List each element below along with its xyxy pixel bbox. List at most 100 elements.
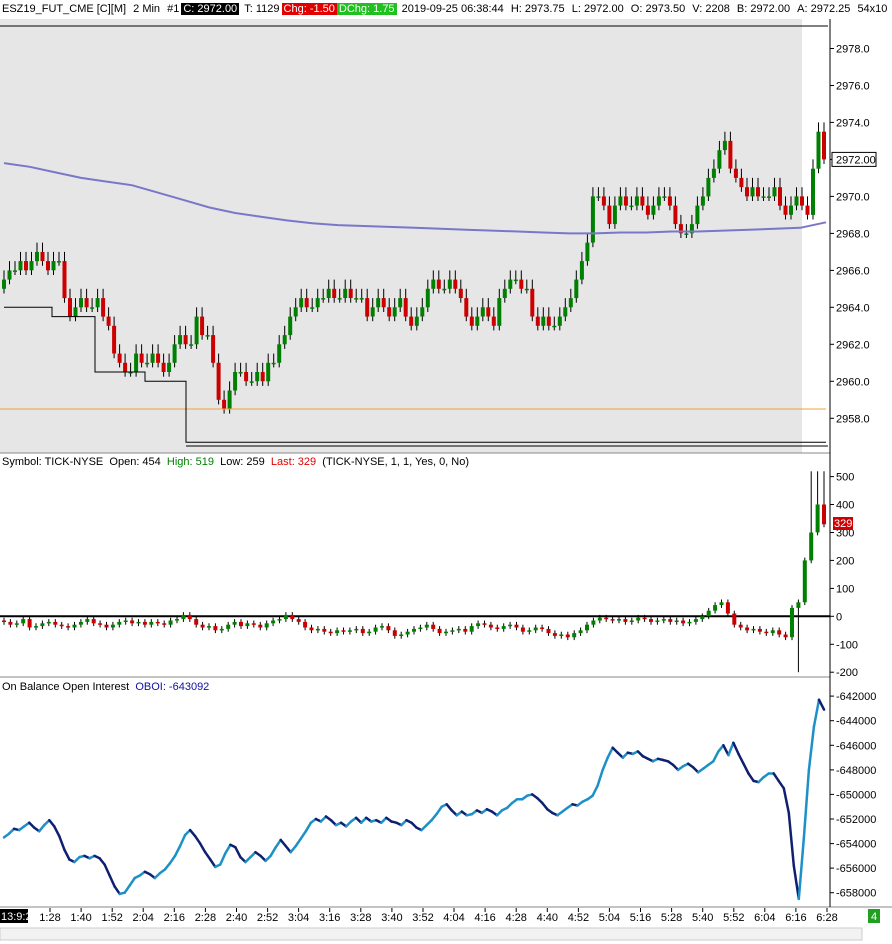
oboi-line-segment — [168, 854, 177, 865]
price-candle-body — [40, 251, 45, 262]
price-candle-body — [392, 307, 397, 317]
tick-candle-body — [713, 605, 718, 611]
price-candle-body — [508, 279, 513, 289]
oboi-line-segment — [173, 844, 182, 858]
time-axis-label: 4:28 — [505, 912, 526, 924]
oboi-line-segment — [787, 811, 796, 867]
price-candle-body — [398, 298, 403, 308]
price-candle-body — [304, 298, 309, 308]
price-candle-body — [189, 344, 194, 346]
chart-canvas[interactable]: 2958.0 2960.0 2962.0 2964.0 2966.0 2968.0 2970… — [0, 0, 892, 944]
tick-axis-label: -100 — [836, 639, 858, 651]
price-axis-label: 2978.0 — [836, 44, 870, 56]
price-candle-body — [365, 298, 370, 317]
tick-candle-body — [418, 627, 423, 629]
tick-candle-body — [328, 631, 333, 634]
tick-candle-body — [508, 624, 513, 627]
tick-candle-body — [347, 630, 352, 632]
tick-candle-body — [732, 613, 737, 625]
price-candle-body — [326, 288, 331, 298]
price-candle-body — [134, 353, 139, 373]
oboi-name-label: On Balance Open Interest — [2, 681, 130, 693]
oboi-line-segment — [812, 698, 821, 729]
tick-candle-body — [706, 610, 711, 617]
time-axis-label: 5:16 — [630, 912, 651, 924]
oboi-line-segment — [712, 750, 720, 763]
price-candle-body — [403, 298, 408, 317]
tick-candle-body — [142, 621, 147, 625]
price-candle-body — [475, 316, 480, 326]
price-candle-body — [557, 316, 562, 326]
tick-candle-body — [341, 630, 346, 632]
price-candle-body — [233, 372, 238, 391]
oboi-line-segment — [128, 876, 137, 887]
oboi-line-segment — [435, 805, 443, 816]
price-candle-body — [502, 288, 507, 298]
time-axis-label: 5:52 — [723, 912, 744, 924]
price-candle-body — [546, 316, 551, 326]
price-candle-body — [590, 196, 595, 243]
price-candle-body — [772, 187, 777, 197]
oboi-axis-label: -658000 — [836, 888, 876, 900]
price-candle-body — [387, 307, 392, 317]
price-candle-body — [607, 205, 612, 225]
tick-candle-body — [469, 626, 474, 632]
price-axis-label: 2960.0 — [836, 376, 870, 388]
price-candle-body — [480, 307, 485, 317]
tick-candle-body — [283, 614, 288, 620]
tick-candle-body — [155, 621, 160, 624]
price-candle-body — [288, 316, 293, 336]
price-candle-body — [431, 279, 436, 289]
horizontal-scrollbar[interactable] — [0, 927, 863, 941]
price-candle-body — [414, 316, 419, 326]
price-candle-body — [684, 233, 689, 235]
price-candle-body — [409, 316, 414, 326]
price-candle-body — [486, 307, 491, 317]
tick-candle-body — [751, 628, 756, 631]
time-axis-label: 2:16 — [164, 912, 185, 924]
tick-candle-body — [450, 630, 455, 632]
price-candle-body — [811, 168, 815, 215]
time-axis-label: 2:04 — [132, 912, 153, 924]
time-axis-label: 6:04 — [754, 912, 775, 924]
oboi-panel-header: On Balance Open Interest OBOI: -643092 — [2, 680, 209, 694]
price-candle-body — [497, 298, 502, 326]
tick-axis-label: 200 — [836, 555, 854, 567]
price-candle-body — [227, 390, 232, 409]
oboi-axis-label: -648000 — [836, 765, 876, 777]
tick-candle-body — [296, 619, 301, 622]
tick-candle-body — [623, 619, 628, 622]
price-candle-body — [805, 205, 810, 215]
price-candle-body — [18, 261, 23, 271]
price-panel-shaded-region — [0, 19, 802, 453]
tick-candle-body — [668, 619, 673, 622]
price-candle-body — [90, 307, 95, 309]
time-axis-first-label: 13:9:25 — [1, 911, 38, 923]
oboi-line-segment — [606, 746, 614, 759]
oboi-axis-label: -654000 — [836, 839, 876, 851]
tick-candle-body — [213, 626, 218, 631]
price-candle-body — [618, 196, 623, 206]
time-axis-label: 1:52 — [101, 912, 122, 924]
tick-candle-body — [777, 630, 782, 635]
price-candle-body — [348, 288, 353, 298]
price-candle-body — [249, 381, 254, 383]
tick-candle-body — [162, 623, 167, 625]
time-axis-label: 6:28 — [816, 912, 837, 924]
price-candle-body — [563, 307, 568, 317]
tick-panel-header: Symbol: TICK-NYSE Open: 454 High: 519 Lo… — [2, 455, 469, 469]
time-axis-label: 3:16 — [319, 912, 340, 924]
tick-candle-body — [27, 619, 32, 628]
tick-candle-body — [463, 628, 468, 632]
tick-high-label: High: 519 — [166, 456, 214, 468]
price-candle-body — [354, 298, 359, 300]
price-candle-body — [651, 205, 656, 215]
tick-candle-body — [642, 617, 647, 620]
tick-candle-body — [232, 621, 237, 625]
price-candle-body — [84, 298, 89, 308]
tick-candle-body — [629, 620, 634, 622]
tick-candle-body — [110, 624, 115, 628]
price-candle-body — [442, 288, 447, 291]
tick-candle-body — [514, 624, 519, 628]
oboi-line-segment — [178, 833, 187, 848]
